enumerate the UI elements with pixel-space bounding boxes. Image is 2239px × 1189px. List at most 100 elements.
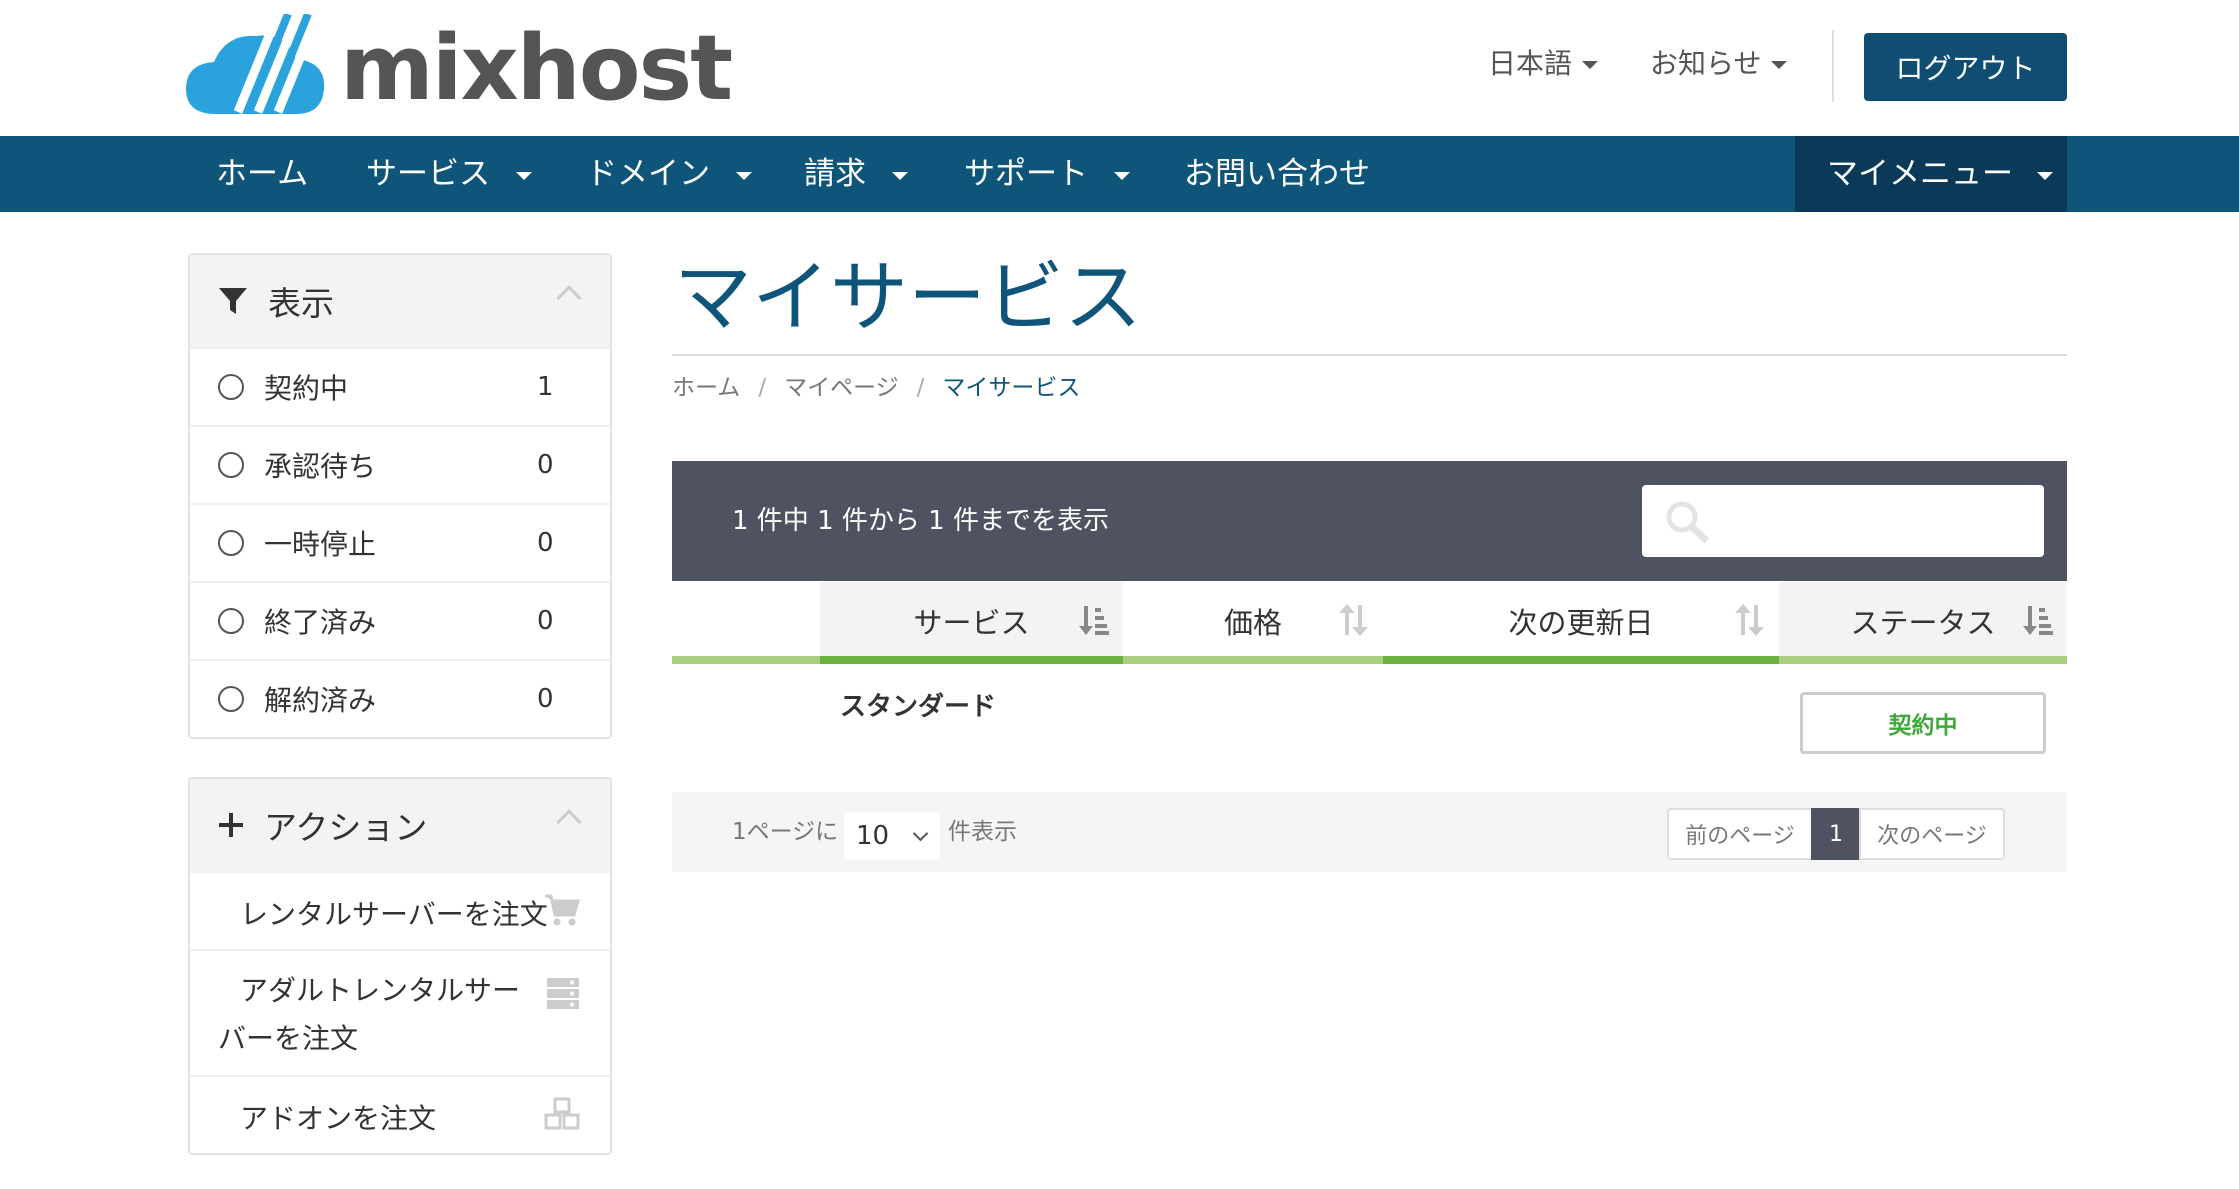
main-navbar: ホーム サービス ドメイン 請求 サポート お問い合わせ マイメニュー <box>0 136 2239 212</box>
filter-pending[interactable]: 承認待ち 0 <box>190 425 610 503</box>
filter-active[interactable]: 契約中 1 <box>190 347 610 425</box>
caret-down-icon <box>736 171 752 180</box>
nav-support-label: サポート <box>964 156 1088 192</box>
nav-services[interactable]: サービス <box>366 136 532 212</box>
plus-icon <box>219 813 243 837</box>
filter-label: 解約済み <box>264 684 377 717</box>
breadcrumb-current: マイサービス <box>942 375 1081 401</box>
server-icon <box>547 978 579 1009</box>
column-label: 価格 <box>1223 606 1282 640</box>
language-label: 日本語 <box>1488 47 1573 80</box>
language-menu[interactable]: 日本語 <box>1488 44 1599 84</box>
nav-home-label: ホーム <box>216 156 309 192</box>
filter-icon <box>219 288 247 314</box>
nav-support[interactable]: サポート <box>964 136 1130 212</box>
header-divider <box>1832 30 1834 102</box>
nav-contact-label: お問い合わせ <box>1184 156 1370 192</box>
sort-icon <box>1735 604 1764 636</box>
notices-menu[interactable]: お知らせ <box>1650 44 1788 84</box>
caret-down-icon <box>516 171 532 180</box>
filter-count: 0 <box>537 528 554 558</box>
search-icon <box>1666 501 1710 544</box>
per-page-prefix: 1ページに <box>732 819 839 845</box>
filter-label: 承認待ち <box>264 450 377 483</box>
order-adult-server-link[interactable]: アダルトレンタルサーバーを注文 <box>190 949 610 1075</box>
sort-desc-icon <box>2023 606 2053 635</box>
radio-button[interactable] <box>218 374 244 400</box>
filter-count: 0 <box>537 606 554 636</box>
nav-my-menu-label: マイメニュー <box>1827 156 2013 192</box>
table-toolbar: 1 件中 1 件から 1 件までを表示 <box>672 461 2067 581</box>
filter-suspended[interactable]: 一時停止 0 <box>190 503 610 581</box>
sort-icon <box>1339 604 1368 636</box>
column-underline <box>672 656 820 664</box>
caret-down-icon <box>1771 61 1788 69</box>
nav-home[interactable]: ホーム <box>216 136 308 212</box>
cart-icon <box>545 894 580 926</box>
table-info: 1 件中 1 件から 1 件までを表示 <box>732 506 1109 536</box>
column-price[interactable]: 価格 <box>1123 582 1383 660</box>
column-service[interactable]: サービス <box>820 582 1123 660</box>
page-title: マイサービス <box>674 253 1143 343</box>
caret-down-icon <box>892 171 908 180</box>
nav-domains-label: ドメイン <box>586 156 710 192</box>
action-panel-header[interactable]: アクション <box>190 779 610 871</box>
filter-cancelled[interactable]: 解約済み 0 <box>190 659 610 737</box>
breadcrumb-separator: / <box>916 375 925 401</box>
column-label: 次の更新日 <box>1508 606 1654 640</box>
order-rental-server-link[interactable]: レンタルサーバーを注文 <box>190 871 610 949</box>
chevron-down-icon <box>912 825 929 842</box>
nav-contact[interactable]: お問い合わせ <box>1184 136 1370 212</box>
service-name[interactable]: スタンダード <box>840 686 996 723</box>
cubes-icon <box>544 1097 580 1130</box>
filter-label: 契約中 <box>264 372 349 405</box>
logo-wordmark: mixhost <box>340 16 733 121</box>
view-panel-header[interactable]: 表示 <box>190 255 610 347</box>
view-panel-title: 表示 <box>268 284 334 323</box>
title-divider <box>672 354 2067 356</box>
nav-billing[interactable]: 請求 <box>804 136 908 212</box>
filter-count: 0 <box>537 450 554 480</box>
chevron-up-icon[interactable] <box>556 809 582 835</box>
logo-cloud-icon <box>186 14 325 114</box>
per-page-suffix: 件表示 <box>948 819 1017 845</box>
table-footer: 1ページに 10 件表示 前のページ 1 次のページ <box>672 792 2067 872</box>
breadcrumb-home[interactable]: ホーム <box>672 375 740 401</box>
action-label: アドオンを注文 <box>240 1102 437 1135</box>
prev-page-button[interactable]: 前のページ <box>1667 808 1813 860</box>
notices-label: お知らせ <box>1650 47 1762 80</box>
column-status[interactable]: ステータス <box>1779 582 2067 660</box>
table-search-input[interactable] <box>1642 485 2044 557</box>
breadcrumb-mypage[interactable]: マイページ <box>784 375 899 401</box>
filter-label: 終了済み <box>264 606 377 639</box>
column-underline <box>820 656 1123 664</box>
status-badge[interactable]: 契約中 <box>1800 692 2046 754</box>
radio-button[interactable] <box>218 686 244 712</box>
caret-down-icon <box>2037 171 2053 180</box>
filter-label: 一時停止 <box>264 528 377 561</box>
column-underline <box>1779 656 2067 664</box>
chevron-up-icon[interactable] <box>556 285 582 311</box>
nav-my-menu[interactable]: マイメニュー <box>1795 136 2067 212</box>
filter-terminated[interactable]: 終了済み 0 <box>190 581 610 659</box>
nav-domains[interactable]: ドメイン <box>586 136 752 212</box>
order-addon-link[interactable]: アドオンを注文 <box>190 1075 610 1153</box>
radio-button[interactable] <box>218 608 244 634</box>
filter-count: 0 <box>537 684 554 714</box>
column-underline <box>1383 656 1779 664</box>
per-page-select[interactable]: 10 <box>844 812 940 860</box>
column-label: ステータス <box>1850 606 1996 640</box>
caret-down-icon <box>1114 171 1130 180</box>
column-next-renewal[interactable]: 次の更新日 <box>1383 582 1779 660</box>
column-label: サービス <box>913 606 1030 640</box>
current-page-button[interactable]: 1 <box>1811 808 1861 860</box>
next-page-button[interactable]: 次のページ <box>1859 808 2005 860</box>
per-page-value: 10 <box>856 821 890 851</box>
action-label: アダルトレンタルサーバーを注文 <box>218 974 521 1055</box>
radio-button[interactable] <box>218 452 244 478</box>
caret-down-icon <box>1582 61 1599 69</box>
logout-button[interactable]: ログアウト <box>1864 33 2067 101</box>
action-panel: アクション レンタルサーバーを注文 アダルトレンタルサーバーを注文 アドオンを注… <box>188 777 612 1155</box>
breadcrumb-separator: / <box>758 375 767 401</box>
radio-button[interactable] <box>218 530 244 556</box>
